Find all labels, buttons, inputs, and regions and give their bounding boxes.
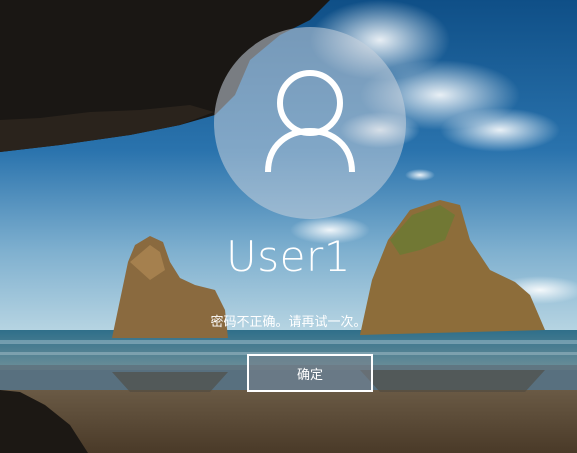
user-avatar [214, 27, 406, 219]
error-message: 密码不正确。请再试一次。 [210, 315, 367, 330]
ok-button[interactable]: 确定 [247, 354, 373, 392]
user-silhouette-icon [265, 70, 355, 173]
username-label: User1 [226, 232, 351, 281]
